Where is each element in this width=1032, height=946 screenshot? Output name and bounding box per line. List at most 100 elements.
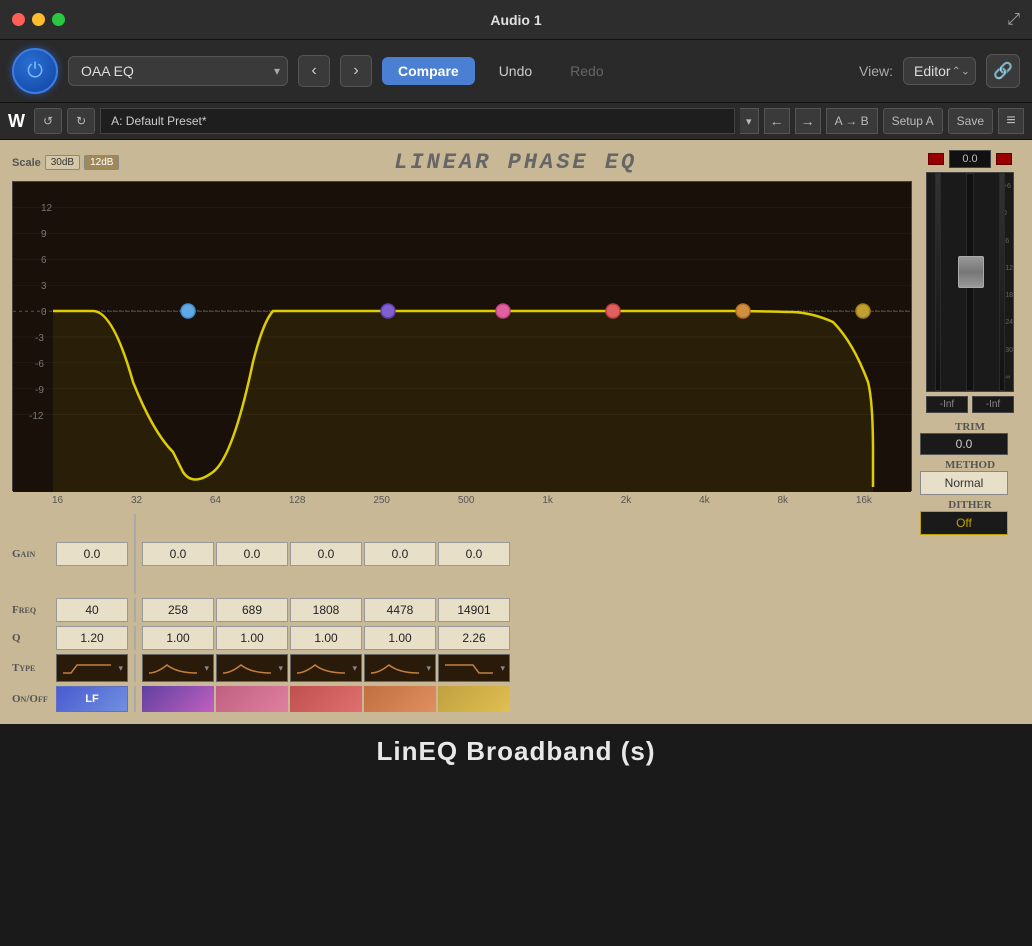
ab-compare-button[interactable]: A → B <box>826 108 878 134</box>
save-preset-button[interactable]: Save <box>948 108 993 134</box>
waves-logo: W <box>8 111 25 132</box>
eq-node-lf[interactable] <box>181 304 195 318</box>
nav-forward-button[interactable]: › <box>340 55 372 87</box>
gain-label: Gain <box>12 548 54 560</box>
preset-dropdown[interactable]: OAA EQ <box>68 56 288 86</box>
onoff-band5[interactable] <box>364 686 436 712</box>
freq-band2[interactable] <box>142 598 214 622</box>
preset-undo-button[interactable]: ↺ <box>34 108 62 134</box>
fader-knob[interactable] <box>958 256 984 288</box>
q-band6[interactable] <box>438 626 510 650</box>
center-fader: +6 0 -6 -12 -18 -24 -30 -∞ <box>945 173 995 391</box>
freq-band4[interactable] <box>290 598 362 622</box>
eq-node-b6[interactable] <box>856 304 870 318</box>
view-select[interactable]: Editor <box>903 57 976 85</box>
maximize-button[interactable] <box>52 13 65 26</box>
trim-value-display[interactable]: 0.0 <box>920 433 1008 455</box>
divider-type <box>134 654 136 682</box>
gain-row: Gain <box>12 514 912 594</box>
title-bar-right: ⤢ <box>1007 11 1020 29</box>
left-meter-track <box>931 173 945 391</box>
eq-node-b5[interactable] <box>736 304 750 318</box>
freq-label-128: 128 <box>289 495 306 506</box>
traffic-lights <box>12 13 65 26</box>
restore-button[interactable]: ⤢ <box>1007 11 1020 29</box>
eq-node-b4[interactable] <box>606 304 620 318</box>
nav-back-button[interactable]: ‹ <box>298 55 330 87</box>
power-button[interactable]: ⏻ <box>12 48 58 94</box>
type-icon-b4 <box>295 659 345 677</box>
freq-band3[interactable] <box>216 598 288 622</box>
freq-label-500: 500 <box>458 495 475 506</box>
setup-a-button[interactable]: Setup A <box>883 108 943 134</box>
q-bands <box>142 626 912 650</box>
onoff-band6[interactable] <box>438 686 510 712</box>
preset-container: OAA EQ ▾ <box>68 56 288 86</box>
dither-button[interactable]: Off <box>920 511 1008 535</box>
type-band2[interactable]: ▾ <box>142 654 214 682</box>
preset-dropdown-arrow[interactable]: ▾ <box>740 108 759 134</box>
q-band5[interactable] <box>364 626 436 650</box>
gain-band2[interactable] <box>142 542 214 566</box>
eq-graph[interactable]: 12 9 6 3 0 -3 -6 -9 -12 <box>12 181 912 491</box>
meter-db-value: 0.0 <box>962 153 977 165</box>
q-band4[interactable] <box>290 626 362 650</box>
preset-prev-button[interactable]: ← <box>764 108 790 134</box>
type-band4[interactable]: ▾ <box>290 654 362 682</box>
gain-band5[interactable] <box>364 542 436 566</box>
scale-30db-button[interactable]: 30dB <box>45 155 80 170</box>
method-button[interactable]: Normal <box>920 471 1008 495</box>
eq-left-panel: Scale 30dB 12dB LINEAR PHASE EQ <box>12 150 912 716</box>
preset-next-button[interactable]: → <box>795 108 821 134</box>
freq-band6[interactable] <box>438 598 510 622</box>
divider-q <box>134 626 136 650</box>
link-button[interactable]: 🔗 <box>986 54 1020 88</box>
gain-band3[interactable] <box>216 542 288 566</box>
gain-band6[interactable] <box>438 542 510 566</box>
freq-label-250: 250 <box>373 495 390 506</box>
scale-row: Scale 30dB 12dB <box>12 155 119 170</box>
left-fader-track <box>935 173 941 391</box>
svg-text:-6: -6 <box>35 359 44 370</box>
type-row: Type ▾ ▾ <box>12 654 912 682</box>
onoff-band1[interactable]: LF <box>56 686 128 712</box>
scale-12db-button[interactable]: 12dB <box>84 155 119 170</box>
type-icon-b6 <box>443 659 493 677</box>
eq-main: Scale 30dB 12dB LINEAR PHASE EQ <box>0 140 1032 724</box>
svg-text:3: 3 <box>41 281 47 292</box>
minimize-button[interactable] <box>32 13 45 26</box>
preset-redo-button[interactable]: ↻ <box>67 108 95 134</box>
type-arrow-icon-5: ▾ <box>426 663 431 674</box>
onoff-band4[interactable] <box>290 686 362 712</box>
trim-label: TRIM <box>920 421 1020 433</box>
type-band6[interactable]: ▾ <box>438 654 510 682</box>
type-band1[interactable]: ▾ <box>56 654 128 682</box>
gain-band4[interactable] <box>290 542 362 566</box>
power-icon: ⏻ <box>27 60 43 83</box>
eq-title: LINEAR PHASE EQ <box>119 150 912 175</box>
freq-label-32: 32 <box>131 495 142 506</box>
onoff-band2[interactable] <box>142 686 214 712</box>
compare-button[interactable]: Compare <box>382 57 475 85</box>
fader-container[interactable]: +6 0 -6 -12 -18 -24 -30 -∞ <box>926 172 1014 392</box>
close-button[interactable] <box>12 13 25 26</box>
undo-button[interactable]: Undo <box>485 57 546 85</box>
top-controls: ⏻ OAA EQ ▾ ‹ › Compare Undo Redo View: E… <box>0 40 1032 103</box>
redo-button[interactable]: Redo <box>556 57 617 85</box>
q-band1[interactable] <box>56 626 128 650</box>
freq-label-64: 64 <box>210 495 221 506</box>
gain-band1[interactable] <box>56 542 128 566</box>
eq-node-b2[interactable] <box>381 304 395 318</box>
preset-menu-button[interactable]: ≡ <box>998 108 1024 134</box>
q-band3[interactable] <box>216 626 288 650</box>
type-band5[interactable]: ▾ <box>364 654 436 682</box>
q-band2[interactable] <box>142 626 214 650</box>
type-bands: ▾ ▾ ▾ <box>142 654 912 682</box>
freq-band5[interactable] <box>364 598 436 622</box>
freq-band1[interactable] <box>56 598 128 622</box>
eq-node-b3[interactable] <box>496 304 510 318</box>
freq-label-row: Freq <box>12 604 54 616</box>
onoff-band3[interactable] <box>216 686 288 712</box>
right-meter-track <box>995 173 1009 391</box>
type-band3[interactable]: ▾ <box>216 654 288 682</box>
